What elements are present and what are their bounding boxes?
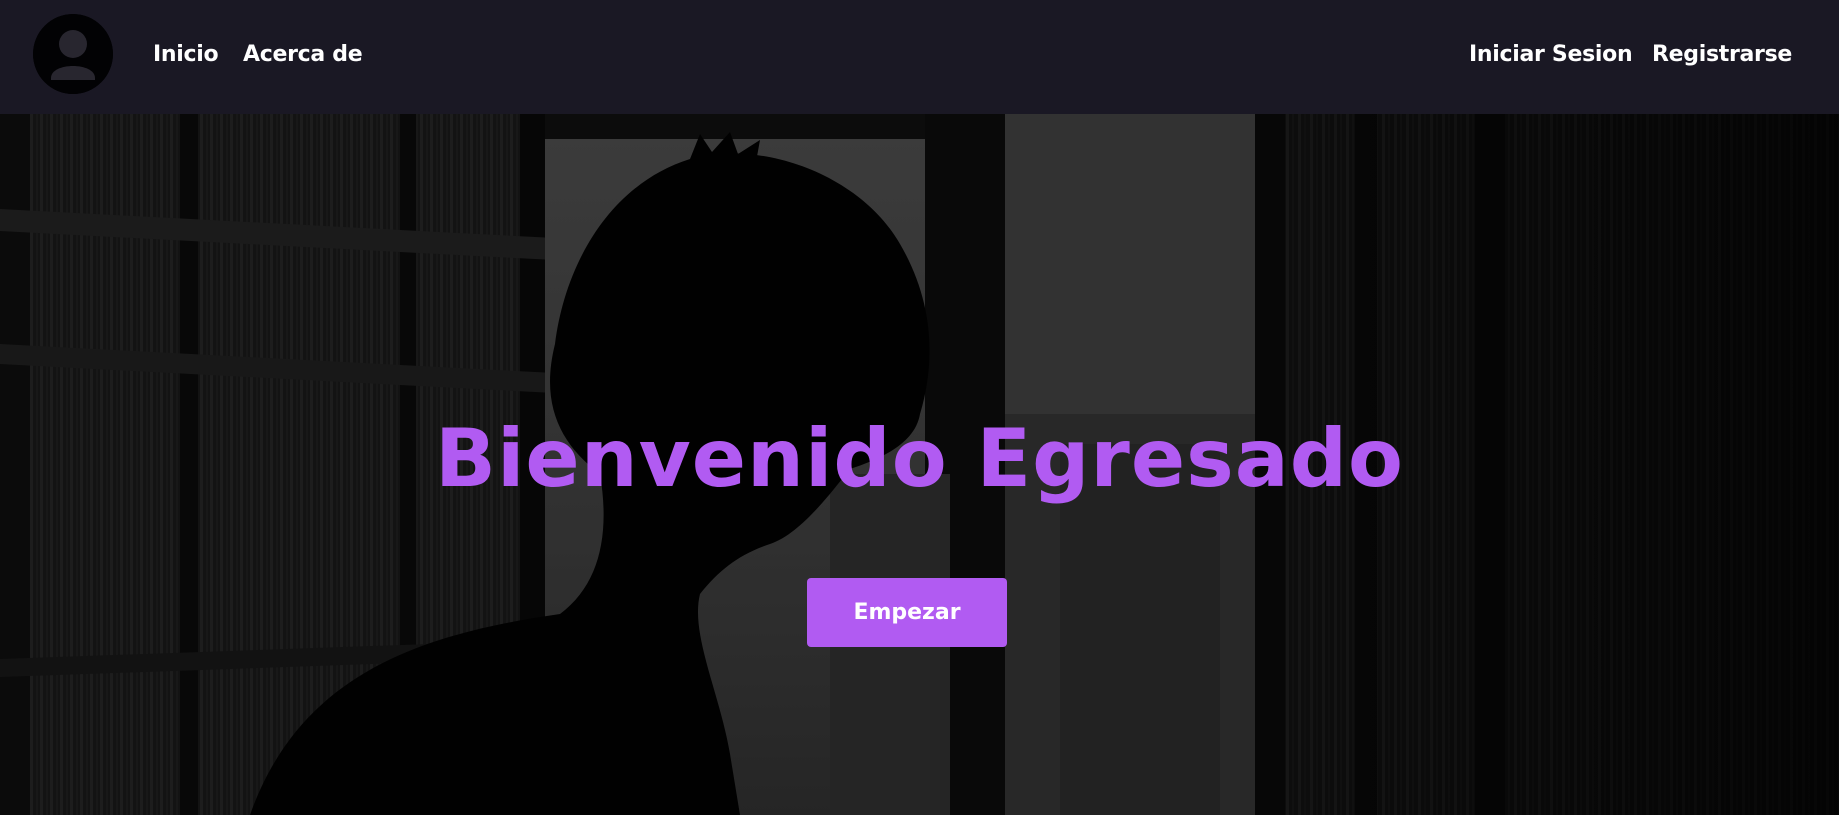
hero-title: Bienvenido Egresado (435, 412, 1404, 505)
nav-link-register[interactable]: Registrarse (1652, 0, 1792, 114)
hero-section: Bienvenido Egresado Empezar (0, 114, 1839, 815)
user-avatar-icon[interactable] (33, 14, 113, 94)
nav-link-login[interactable]: Iniciar Sesion (1469, 0, 1633, 114)
nav-link-inicio[interactable]: Inicio (153, 0, 219, 114)
nav-link-acerca[interactable]: Acerca de (243, 0, 363, 114)
top-navbar: Inicio Acerca de Iniciar Sesion Registra… (0, 0, 1839, 114)
start-button[interactable]: Empezar (807, 578, 1007, 647)
